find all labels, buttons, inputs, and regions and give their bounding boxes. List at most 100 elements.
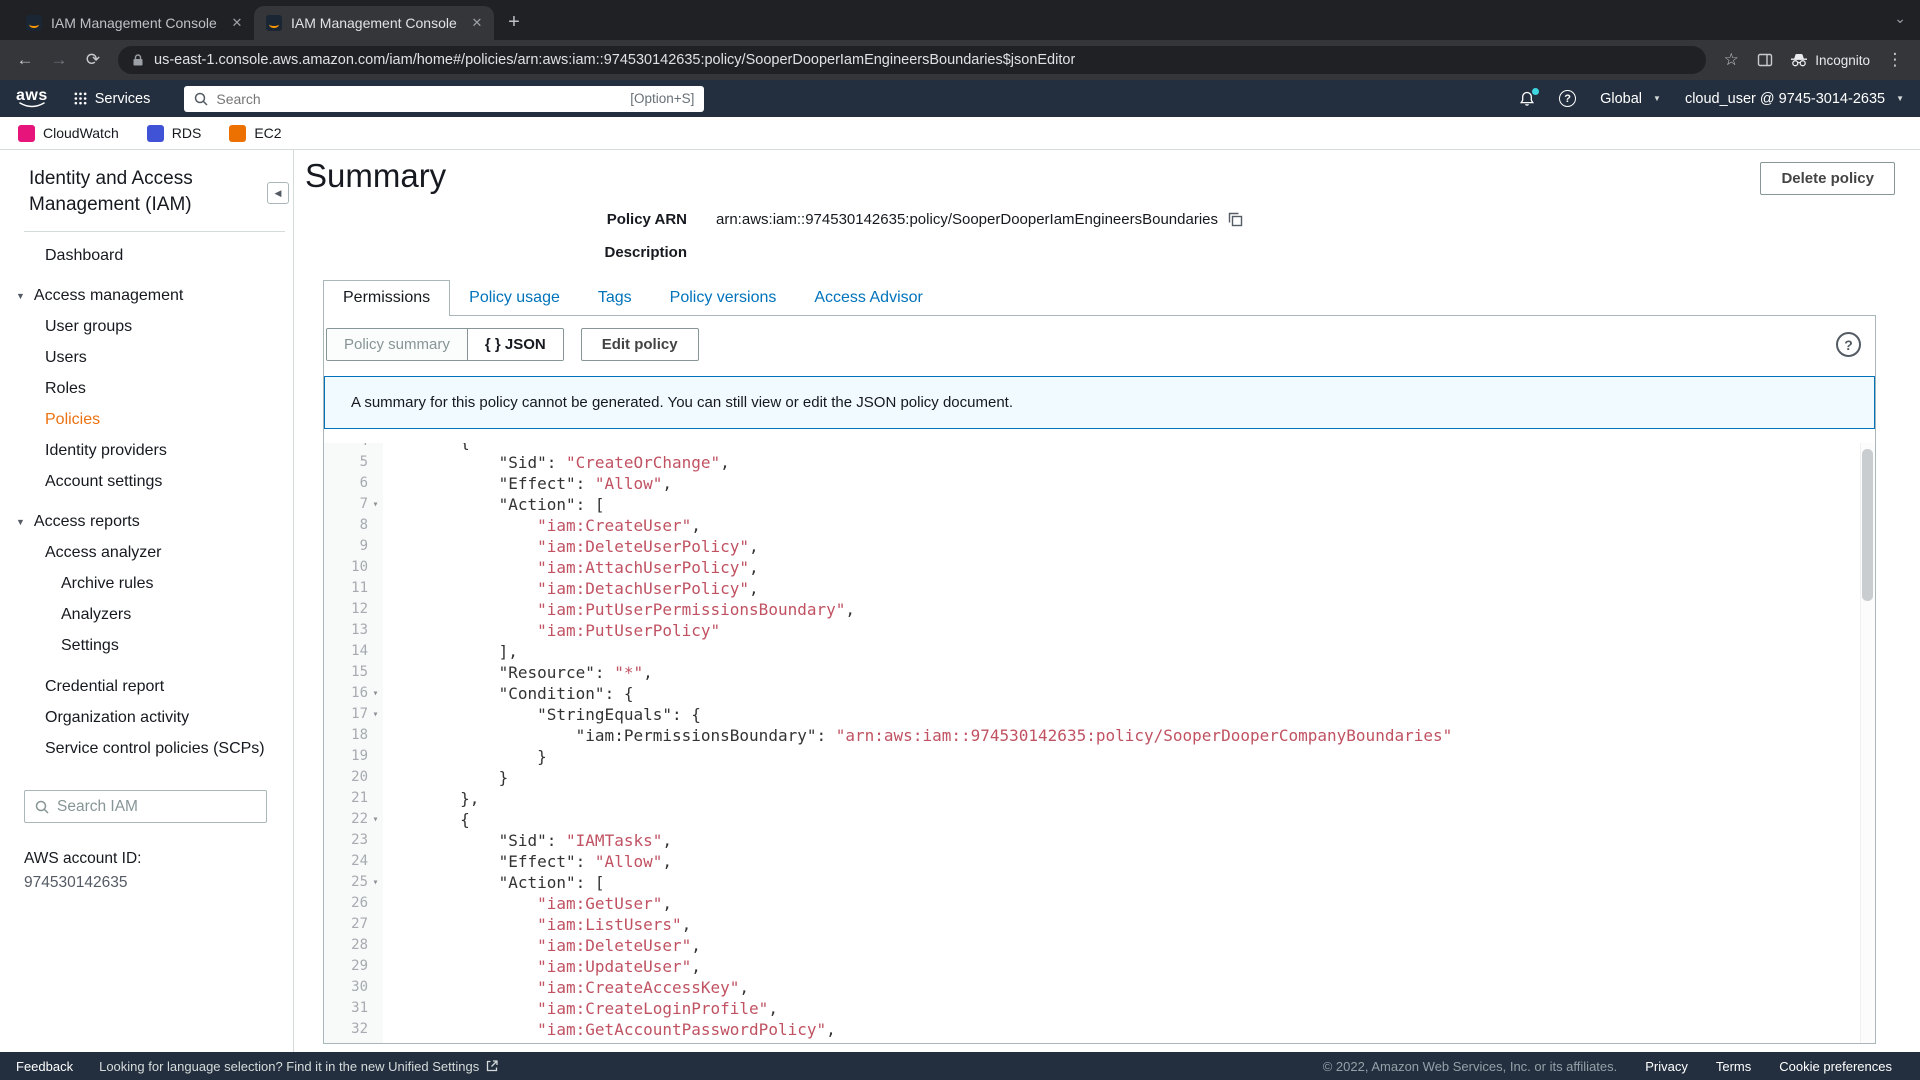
code-line[interactable]: 22▾ { [324,809,1875,830]
code-line[interactable]: 19 } [324,746,1875,767]
code-line[interactable]: 29 "iam:UpdateUser", [324,956,1875,977]
policy-tab[interactable]: Tags [579,281,651,315]
sidebar-item[interactable]: ▼ Analyzers [0,599,293,630]
sidebar-item[interactable]: ▼ Access reports [0,506,293,537]
code-line[interactable]: 27 "iam:ListUsers", [324,914,1875,935]
favorite-service-link[interactable]: CloudWatch [18,125,119,142]
json-toggle[interactable]: { } JSON [468,329,563,360]
code-line[interactable]: 6 "Effect": "Allow", [324,473,1875,494]
browser-menu-icon[interactable]: ⋮ [1880,45,1910,75]
feedback-link[interactable]: Feedback [16,1059,73,1074]
console-search-input[interactable] [216,91,622,107]
code-line[interactable]: 8 "iam:CreateUser", [324,515,1875,536]
code-line[interactable]: 31 "iam:CreateLoginProfile", [324,998,1875,1019]
code-line[interactable]: 25▾ "Action": [ [324,872,1875,893]
sidebar-search-input[interactable] [57,798,256,816]
sidebar-item[interactable]: ▼ Credential report [0,671,293,702]
code-line[interactable]: 9 "iam:DeleteUserPolicy", [324,536,1875,557]
code-line[interactable]: 15 "Resource": "*", [324,662,1875,683]
tab-close-icon[interactable]: ✕ [228,14,246,32]
bookmark-star-icon[interactable]: ☆ [1716,45,1746,75]
code-line[interactable]: 11 "iam:DetachUserPolicy", [324,578,1875,599]
help-icon[interactable]: ? [1559,90,1576,107]
reload-button[interactable]: ⟳ [78,45,108,75]
json-editor[interactable]: 4▾ {5 "Sid": "CreateOrChange",6 "Effect"… [324,443,1875,1043]
code-line[interactable]: 21 }, [324,788,1875,809]
code-line[interactable]: 5 "Sid": "CreateOrChange", [324,452,1875,473]
code-line[interactable]: 24 "Effect": "Allow", [324,851,1875,872]
code-line[interactable]: 28 "iam:DeleteUser", [324,935,1875,956]
sidebar-item[interactable]: ▼ Service control policies (SCPs) [0,733,293,764]
code-line[interactable]: 4▾ { [324,443,1875,452]
footer-link[interactable]: Terms [1716,1059,1751,1074]
fold-toggle-icon[interactable]: ▾ [368,872,383,893]
sidebar-item[interactable]: ▼ User groups [0,311,293,342]
aws-logo[interactable]: aws [16,89,48,109]
code-line[interactable]: 14 ], [324,641,1875,662]
code-line[interactable]: 10 "iam:AttachUserPolicy", [324,557,1875,578]
fold-toggle-icon[interactable]: ▾ [368,494,383,515]
sidebar-item[interactable]: ▼ Access analyzer [0,537,293,568]
sidebar-item[interactable]: ▼ Settings [0,630,293,661]
tab-overflow-chevron-icon[interactable]: ⌄ [1894,10,1906,27]
code-line[interactable]: 32 "iam:GetAccountPasswordPolicy", [324,1019,1875,1040]
browser-tab[interactable]: IAM Management Console ✕ [254,6,494,40]
fold-toggle-icon[interactable]: ▾ [368,443,383,452]
sidebar-search-box[interactable] [24,790,267,823]
favorite-service-link[interactable]: RDS [147,125,202,142]
edit-policy-button[interactable]: Edit policy [581,328,699,361]
code-line[interactable]: 30 "iam:CreateAccessKey", [324,977,1875,998]
sidebar-item[interactable]: ▼ Organization activity [0,702,293,733]
code-line[interactable]: 16▾ "Condition": { [324,683,1875,704]
policy-tab[interactable]: Permissions [323,280,450,316]
code-line[interactable]: 18 "iam:PermissionsBoundary": "arn:aws:i… [324,725,1875,746]
site-lock-icon[interactable] [132,53,144,67]
section-expand-triangle-icon[interactable]: ▼ [16,291,25,301]
console-search-box[interactable]: [Option+S] [184,86,704,112]
fold-toggle-icon[interactable]: ▾ [368,704,383,725]
sidebar-item[interactable]: ▼ Account settings [0,466,293,497]
delete-policy-button[interactable]: Delete policy [1760,162,1895,195]
sidebar-item[interactable]: ▼ Policies [0,404,293,435]
side-panel-icon[interactable] [1750,45,1780,75]
code-line[interactable]: 20 } [324,767,1875,788]
copy-arn-icon[interactable] [1228,212,1243,227]
code-line[interactable]: 23 "Sid": "IAMTasks", [324,830,1875,851]
sidebar-item[interactable]: ▼ Roles [0,373,293,404]
forward-button[interactable]: → [44,45,74,75]
code-line[interactable]: 7▾ "Action": [ [324,494,1875,515]
favorite-service-link[interactable]: EC2 [229,125,281,142]
sidebar-item[interactable]: ▼ Dashboard [0,240,293,271]
code-line[interactable]: 17▾ "StringEquals": { [324,704,1875,725]
section-expand-triangle-icon[interactable]: ▼ [16,517,25,527]
address-bar[interactable]: us-east-1.console.aws.amazon.com/iam/hom… [118,46,1706,74]
editor-scrollbar-thumb[interactable] [1862,449,1873,601]
sidebar-item[interactable]: ▼ Identity providers [0,435,293,466]
sidebar-collapse-button[interactable]: ◀ [267,182,289,204]
policy-tab[interactable]: Policy versions [651,281,796,315]
fold-toggle-icon[interactable]: ▾ [368,809,383,830]
new-tab-button[interactable]: + [500,8,528,36]
account-menu[interactable]: cloud_user @ 9745-3014-2635 ▼ [1685,91,1904,107]
fold-toggle-icon[interactable]: ▾ [368,683,383,704]
sidebar-item[interactable]: ▼ Archive rules [0,568,293,599]
browser-tab[interactable]: IAM Management Console ✕ [14,6,254,40]
code-line[interactable]: 13 "iam:PutUserPolicy" [324,620,1875,641]
policy-tab[interactable]: Policy usage [450,281,579,315]
services-menu[interactable]: Services [74,91,151,107]
code-line[interactable]: 26 "iam:GetUser", [324,893,1875,914]
sidebar-item[interactable]: ▼ Access management [0,280,293,311]
tab-close-icon[interactable]: ✕ [468,14,486,32]
notifications-bell-icon[interactable] [1519,91,1535,107]
back-button[interactable]: ← [10,45,40,75]
sidebar-item[interactable]: ▼ Users [0,342,293,373]
footer-link[interactable]: Cookie preferences [1779,1059,1892,1074]
policy-summary-toggle[interactable]: Policy summary [327,329,468,360]
editor-scrollbar-track[interactable] [1860,443,1875,1043]
policy-tab[interactable]: Access Advisor [795,281,941,315]
code-text: } [383,746,547,767]
region-selector[interactable]: Global ▼ [1600,91,1661,107]
footer-link[interactable]: Privacy [1645,1059,1688,1074]
panel-help-icon[interactable]: ? [1836,332,1861,357]
code-line[interactable]: 12 "iam:PutUserPermissionsBoundary", [324,599,1875,620]
